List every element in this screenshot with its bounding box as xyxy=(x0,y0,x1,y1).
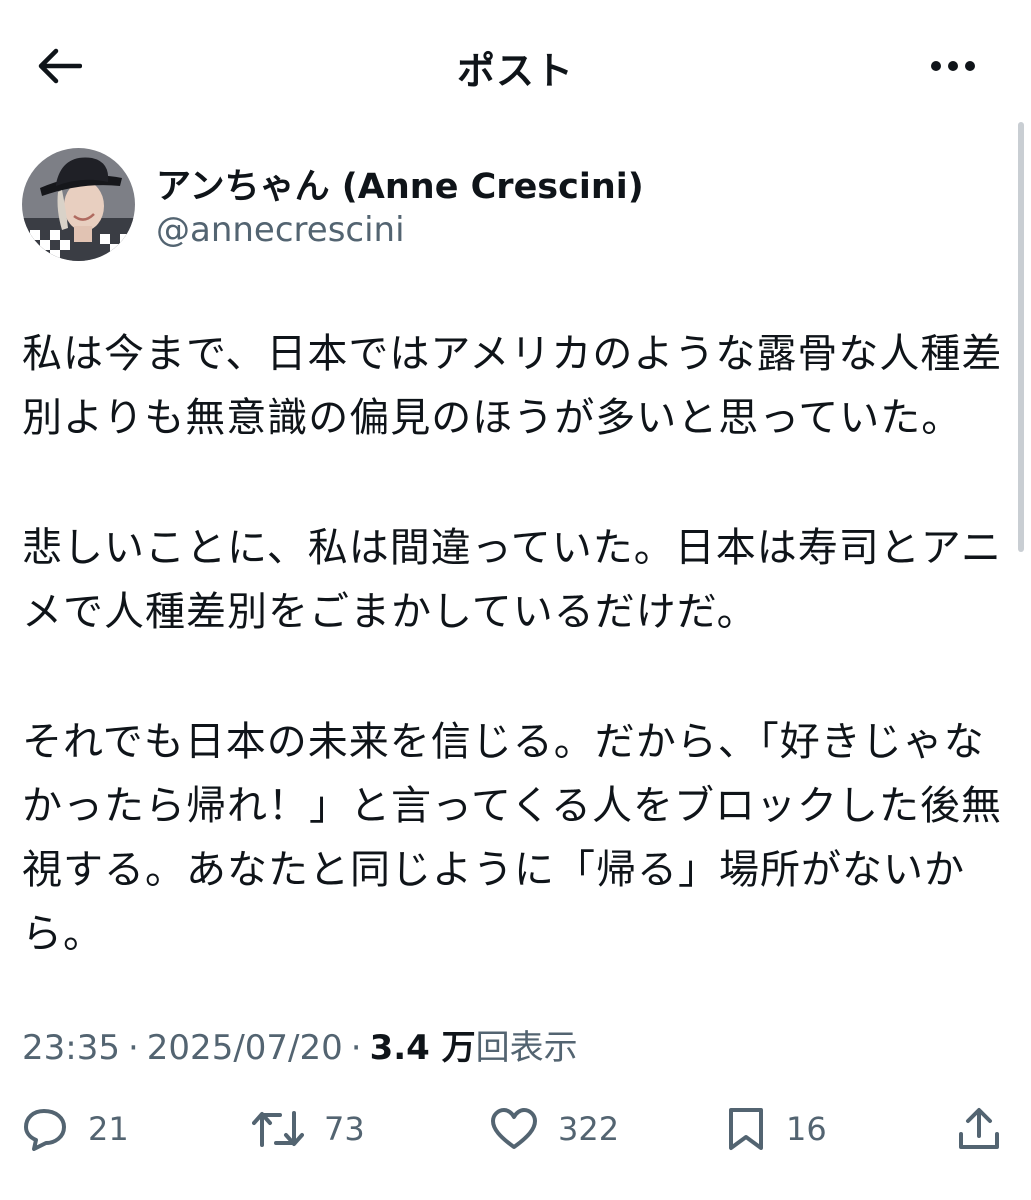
share-button[interactable] xyxy=(956,1096,1002,1162)
tweet-line: それでも日本の未来を信じる。だから、「好きじゃな xyxy=(22,719,985,765)
views-label: 回表示 xyxy=(475,1028,578,1068)
tweet-line: ら。 xyxy=(22,911,104,957)
ellipsis-icon xyxy=(931,61,975,71)
retweet-icon xyxy=(252,1111,304,1147)
more-options-button[interactable] xyxy=(928,52,978,80)
scrollbar[interactable] xyxy=(1018,122,1024,552)
avatar-photo xyxy=(22,148,135,261)
author-display-name[interactable]: アンちゃん (Anne Crescini) xyxy=(156,158,644,209)
tweet-time[interactable]: 23:35 xyxy=(22,1028,120,1068)
like-button[interactable]: 322 xyxy=(490,1096,619,1162)
retweet-count: 73 xyxy=(324,1110,365,1148)
bookmark-button[interactable]: 16 xyxy=(726,1096,827,1162)
tweet-paragraph-3: それでも日本の未来を信じる。だから、「好きじゃな かったら帰れ！」と言ってくる人… xyxy=(22,710,1012,966)
bookmark-count: 16 xyxy=(786,1110,827,1148)
tweet-paragraph-1: 私は今まで、日本ではアメリカのような露骨な人種差 別よりも無意識の偏見のほうが多… xyxy=(22,322,1012,450)
views-count[interactable]: 3.4 万 xyxy=(370,1028,476,1068)
bookmark-icon xyxy=(729,1108,763,1150)
top-bar: ポスト xyxy=(0,0,1031,130)
reply-count: 21 xyxy=(88,1110,129,1148)
tweet-line: 悲しいことに、私は間違っていた。日本は寿司とアニ xyxy=(22,525,1002,571)
tweet-line: 別よりも無意識の偏見のほうが多いと思っていた。 xyxy=(22,395,963,441)
meta-separator: · xyxy=(127,1028,139,1068)
post-page: ポスト アンちゃん (Anne Crescini) @annecrescini … xyxy=(0,0,1031,1200)
share-icon xyxy=(959,1108,999,1149)
avatar[interactable] xyxy=(22,148,135,261)
tweet-line: メで人種差別をごまかしているだけだ。 xyxy=(22,589,758,635)
page-title: ポスト xyxy=(456,49,574,93)
retweet-button[interactable]: 73 xyxy=(252,1096,365,1162)
tweet-line: 視する。あなたと同じように「帰る」場所がないか xyxy=(22,847,965,893)
reply-button[interactable]: 21 xyxy=(22,1096,129,1162)
reply-icon xyxy=(24,1109,66,1151)
tweet-meta: 23:35 · 2025/07/20 · 3.4 万回表示 xyxy=(22,1020,578,1069)
tweet-date[interactable]: 2025/07/20 xyxy=(147,1028,343,1068)
action-bar: 21 73 322 16 xyxy=(0,1096,1031,1162)
tweet-line: 私は今まで、日本ではアメリカのような露骨な人種差 xyxy=(22,331,1003,377)
heart-icon xyxy=(491,1108,537,1149)
author-handle[interactable]: @annecrescini xyxy=(156,210,405,250)
tweet-line: かったら帰れ！」と言ってくる人をブロックした後無 xyxy=(22,783,1002,829)
like-count: 322 xyxy=(558,1110,620,1148)
tweet-paragraph-2: 悲しいことに、私は間違っていた。日本は寿司とアニ メで人種差別をごまかしているだ… xyxy=(22,516,1012,644)
meta-separator: · xyxy=(350,1028,362,1068)
